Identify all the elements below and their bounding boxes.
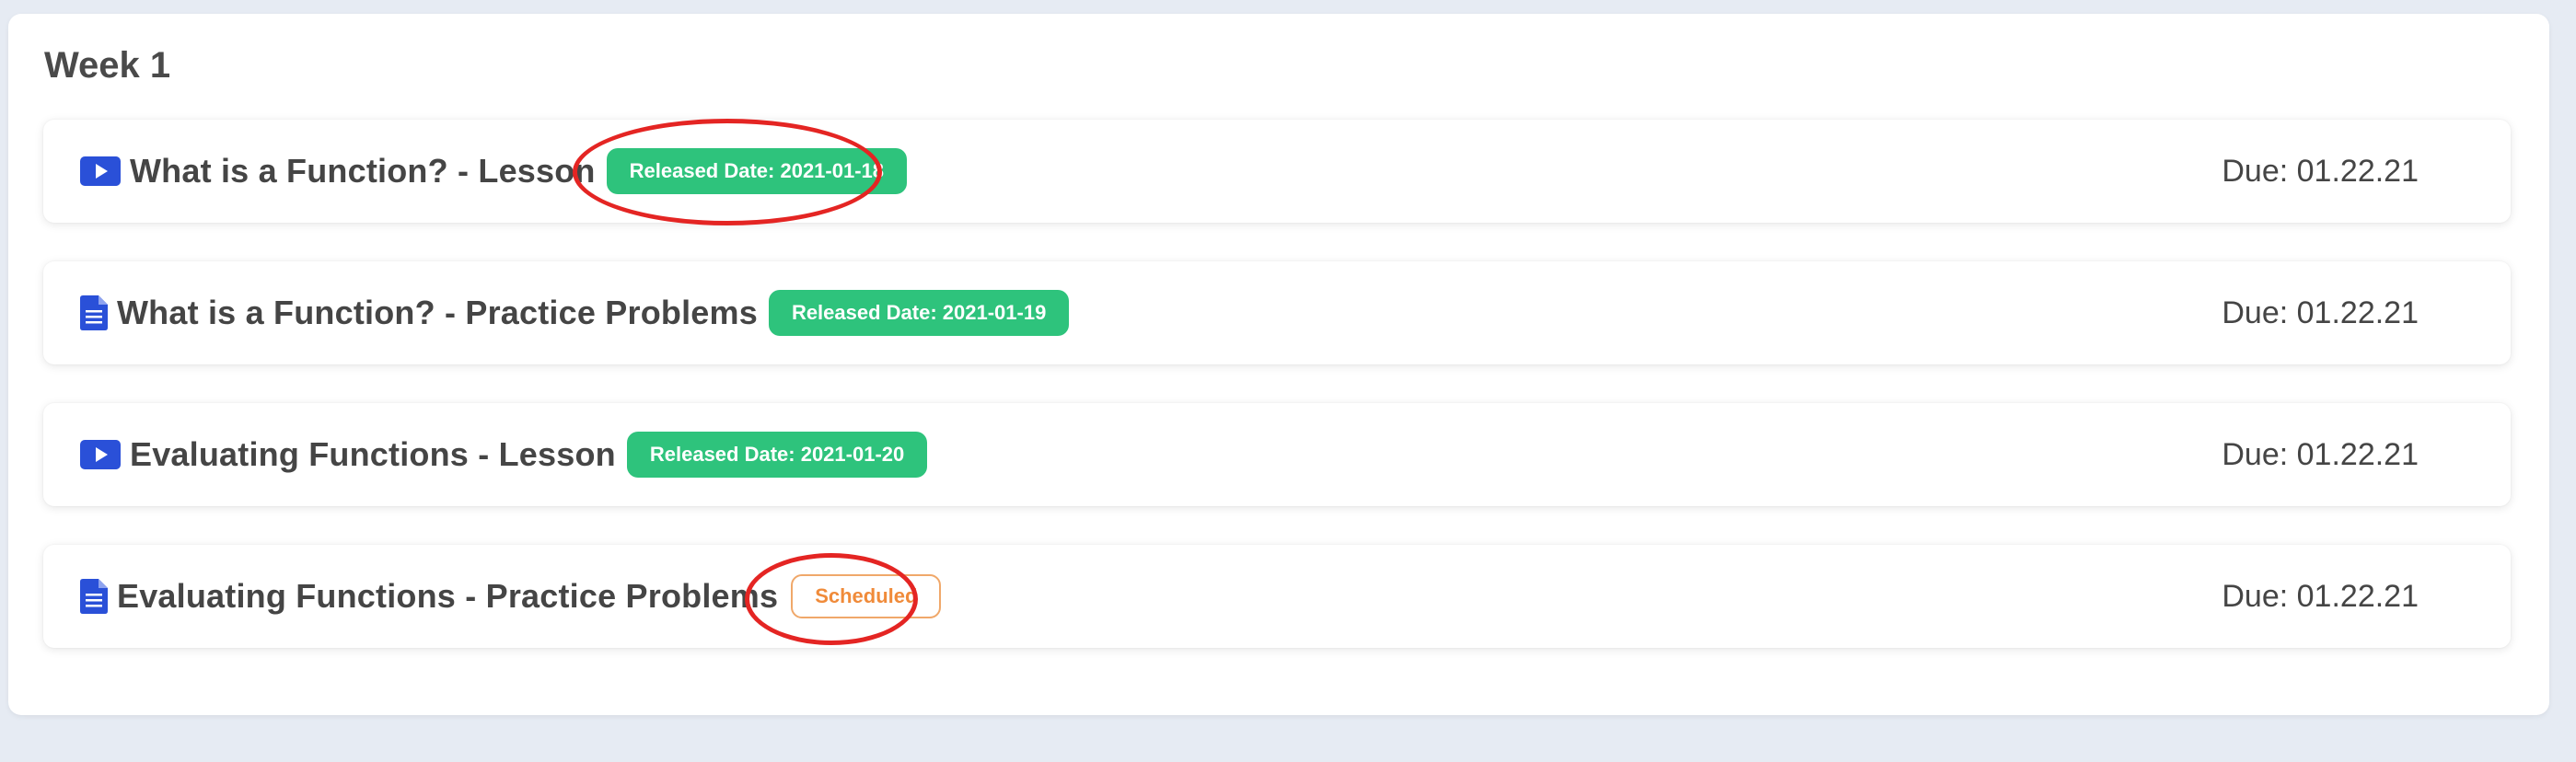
assignment-row[interactable]: Evaluating Functions - Lesson Released D… [43,403,2511,506]
assignment-title[interactable]: What is a Function? - Practice Problems [117,294,758,332]
week-panel: Week 1 What is a Function? - Lesson Rele… [8,14,2549,715]
due-date: Due: 01.22.21 [2222,436,2419,472]
assignment-row[interactable]: What is a Function? - Lesson Released Da… [43,119,2511,225]
release-date-badge: Released Date: 2021-01-19 [768,290,1070,336]
scheduled-badge: Scheduled [791,574,942,618]
week-title: Week 1 [44,45,171,86]
document-icon [80,579,108,614]
due-date: Due: 01.22.21 [2222,578,2419,614]
assignment-title[interactable]: What is a Function? - Lesson [130,152,596,190]
video-play-icon [80,156,121,186]
assignment-row[interactable]: What is a Function? - Practice Problems … [43,261,2511,364]
video-play-icon [80,440,121,469]
due-date: Due: 01.22.21 [2222,294,2419,330]
assignment-title[interactable]: Evaluating Functions - Practice Problems [117,577,778,616]
due-date: Due: 01.22.21 [2222,153,2419,189]
assignment-row[interactable]: Evaluating Functions - Practice Problems… [43,545,2511,648]
release-date-badge: Released Date: 2021-01-18 [606,148,908,194]
document-icon [80,295,108,330]
assignment-title[interactable]: Evaluating Functions - Lesson [130,435,616,474]
release-date-badge: Released Date: 2021-01-20 [626,432,928,478]
